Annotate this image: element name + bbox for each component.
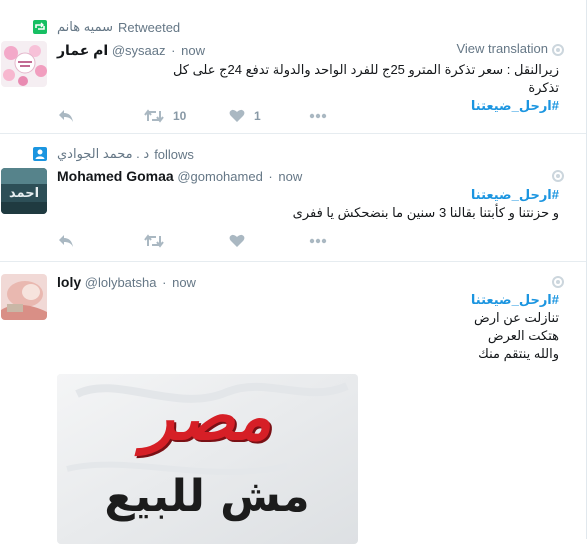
more-icon: [309, 113, 327, 119]
heart-icon: [229, 234, 245, 247]
tweet-text-line: هتكت العرض: [487, 328, 559, 343]
tweet-text-line: و حزنتنا و كأبتنا بقالنا 3 سنين ما بنضحك…: [292, 205, 559, 220]
fullname[interactable]: loly: [57, 274, 81, 290]
timeline: سميه هانم Retweeted ام عمار @sysaaz · no…: [0, 0, 587, 544]
tweet-header: loly @lolybatsha · now: [57, 274, 196, 290]
like-count: 1: [254, 109, 261, 123]
retweet-button[interactable]: 10: [144, 109, 229, 123]
globe-icon[interactable]: [552, 170, 564, 182]
tweet-text-line: زيرالنقل : سعر تذكرة المترو 25ج للفرد ال…: [172, 62, 559, 95]
fullname[interactable]: Mohamed Gomaa: [57, 168, 174, 184]
username[interactable]: @sysaaz: [112, 43, 166, 58]
image-text-red: مصر: [142, 378, 272, 455]
reply-button[interactable]: [58, 109, 144, 123]
avatar[interactable]: [1, 274, 47, 320]
reply-button[interactable]: [58, 234, 144, 248]
tweet[interactable]: loly @lolybatsha · now #ارحل_ضيعتنا تناز…: [0, 262, 586, 544]
tweet[interactable]: د . محمد الجوادي follows احمد Mohamed Go…: [0, 134, 586, 262]
heart-icon: [229, 109, 245, 122]
person-icon: [33, 147, 47, 161]
retweet-action-icon: [144, 234, 164, 248]
tweet-text: #ارحل_ضيعتنا و حزنتنا و كأبتنا بقالنا 3 …: [159, 186, 559, 222]
retweet-action-icon: [144, 109, 164, 123]
reply-icon: [59, 235, 73, 247]
tweet-text: #ارحل_ضيعتنا تنازلت عن ارض هتكت العرض وا…: [159, 291, 559, 363]
follower-name[interactable]: د . محمد الجوادي: [57, 146, 149, 162]
follows-context: د . محمد الجوادي follows: [33, 146, 194, 162]
username[interactable]: @lolybatsha: [85, 275, 157, 290]
retweeter-name[interactable]: سميه هانم: [57, 19, 113, 35]
retweeted-label: Retweeted: [118, 19, 181, 35]
more-button[interactable]: [309, 238, 327, 244]
hashtag-link[interactable]: #ارحل_ضيعتنا: [159, 291, 559, 309]
hashtag-link[interactable]: #ارحل_ضيعتنا: [159, 186, 559, 204]
globe-icon[interactable]: [552, 276, 564, 288]
retweet-button[interactable]: [144, 234, 229, 248]
more-icon: [309, 238, 327, 244]
retweet-icon: [33, 20, 47, 34]
image-text-black: مش للبيع: [104, 471, 310, 522]
reply-icon: [59, 110, 73, 122]
retweet-count: 10: [173, 109, 187, 123]
retweet-context: سميه هانم Retweeted: [33, 19, 180, 35]
tweet-header: ام عمار @sysaaz · now: [57, 42, 205, 58]
avatar[interactable]: [1, 41, 47, 87]
timestamp[interactable]: now: [172, 275, 196, 290]
username[interactable]: @gomohamed: [177, 169, 262, 184]
tweet[interactable]: سميه هانم Retweeted ام عمار @sysaaz · no…: [0, 0, 586, 134]
globe-icon[interactable]: [552, 44, 564, 56]
follows-label: follows: [154, 146, 194, 162]
fullname[interactable]: ام عمار: [57, 42, 108, 58]
view-translation-link[interactable]: View translation: [456, 41, 548, 56]
tweet-image[interactable]: مصر مش للبيع: [57, 374, 358, 544]
more-button[interactable]: [309, 113, 327, 119]
tweet-actions: 10 1: [58, 106, 327, 126]
timestamp[interactable]: now: [181, 43, 205, 58]
tweet-actions: [58, 231, 327, 251]
like-button[interactable]: 1: [229, 109, 309, 123]
tweet-text-line: تنازلت عن ارض: [474, 310, 559, 325]
svg-text:احمد: احمد: [9, 186, 39, 201]
avatar[interactable]: احمد: [1, 168, 47, 214]
tweet-text-line: والله ينتقم منك: [478, 346, 559, 361]
timestamp[interactable]: now: [278, 169, 302, 184]
tweet-header: Mohamed Gomaa @gomohamed · now: [57, 168, 303, 184]
like-button[interactable]: [229, 234, 309, 248]
